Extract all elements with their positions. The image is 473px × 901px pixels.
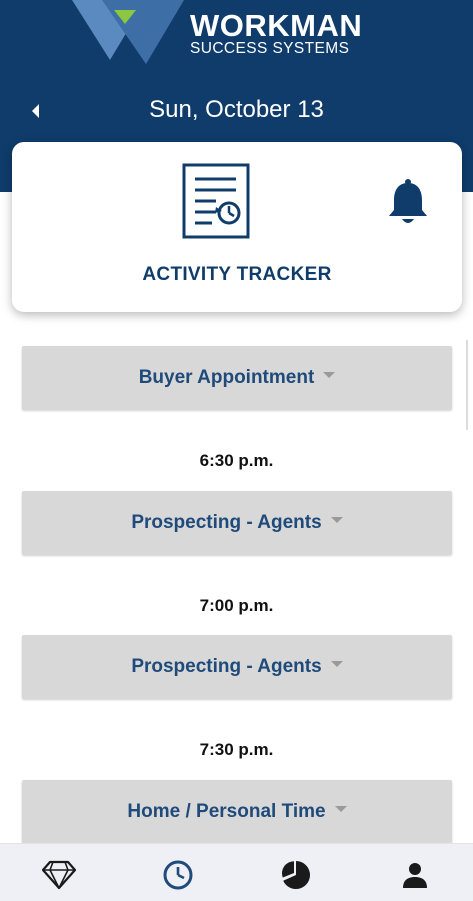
activity-dropdown[interactable]: Buyer Appointment: [22, 346, 452, 410]
activity-dropdown[interactable]: Prospecting - Agents: [22, 635, 452, 699]
caret-down-icon: [330, 661, 343, 667]
nav-diamond-button[interactable]: [37, 856, 81, 894]
brand-name-line1: WORKMAN: [190, 8, 363, 43]
diamond-icon: [41, 860, 77, 890]
activity-label: Home / Personal Time: [127, 801, 326, 822]
bell-icon[interactable]: [386, 178, 430, 226]
activity-tracker-card[interactable]: ACTIVITY TRACKER: [12, 142, 462, 312]
time-label: 6:30 p.m.: [199, 451, 274, 470]
person-icon: [403, 863, 427, 888]
brand-name: WORKMAN SUCCESS SYSTEMS: [190, 10, 362, 57]
caret-down-icon: [323, 372, 336, 378]
nav-profile-button[interactable]: [393, 856, 437, 894]
time-label: 7:30 p.m.: [199, 740, 274, 759]
activity-tracker-label: ACTIVITY TRACKER: [142, 264, 332, 285]
workman-logo-icon: [72, 0, 184, 64]
caret-down-icon: [330, 517, 343, 523]
clock-icon: [163, 860, 193, 890]
nav-clock-button[interactable]: [156, 856, 200, 894]
nav-chart-button[interactable]: [274, 856, 318, 894]
scrollbar[interactable]: [466, 340, 473, 430]
pie-chart-icon: [282, 861, 310, 889]
date-title: Sun, October 13: [149, 96, 324, 123]
activity-label: Buyer Appointment: [138, 367, 315, 388]
time-label: 7:00 p.m.: [199, 596, 274, 615]
activity-history-icon: [182, 163, 250, 239]
activity-dropdown[interactable]: Prospecting - Agents: [22, 491, 452, 555]
activity-dropdown[interactable]: Home / Personal Time: [22, 780, 452, 844]
activity-label: Prospecting - Agents: [131, 512, 322, 533]
activity-label: Prospecting - Agents: [131, 656, 322, 677]
caret-down-icon: [334, 806, 347, 812]
brand-name-line2: SUCCESS SYSTEMS: [190, 40, 350, 57]
bottom-nav: [0, 843, 473, 901]
